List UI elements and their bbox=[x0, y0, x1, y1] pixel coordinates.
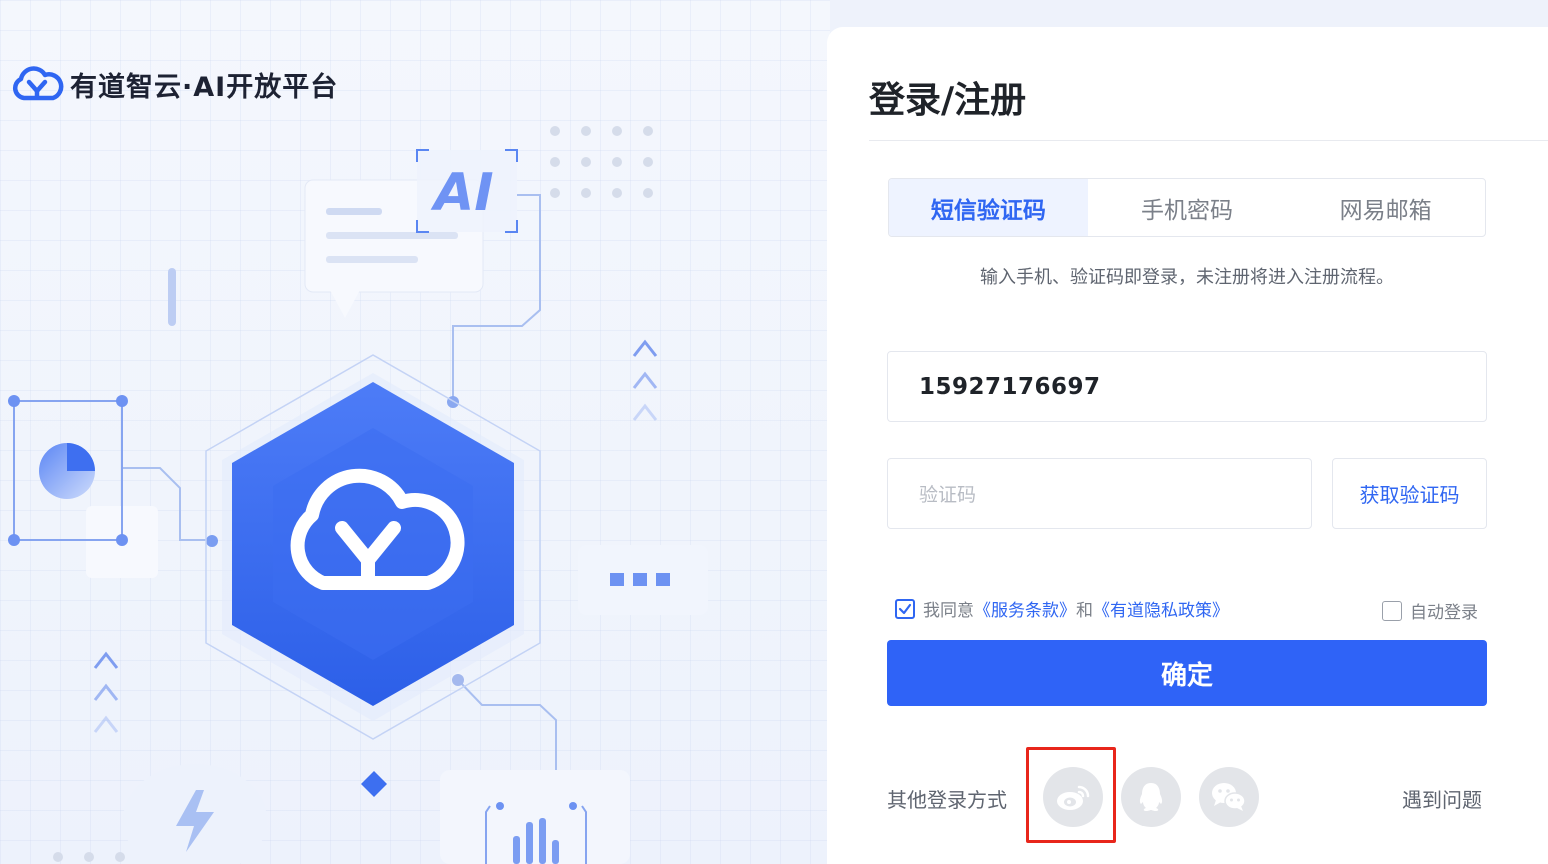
brand-name: 有道智云·AI开放平台 bbox=[70, 71, 339, 103]
help-link[interactable]: 遇到问题 bbox=[1402, 784, 1482, 813]
privacy-link[interactable]: 《有道隐私政策》 bbox=[1093, 596, 1229, 621]
auto-login-row: 自动登录 bbox=[1382, 598, 1478, 623]
agree-checkbox[interactable] bbox=[895, 598, 915, 619]
other-login-label: 其他登录方式 bbox=[887, 788, 1007, 812]
wechat-login-button[interactable] bbox=[1199, 767, 1259, 827]
ai-badge: AI bbox=[430, 163, 494, 223]
qq-login-button[interactable] bbox=[1121, 767, 1181, 827]
login-panel: 登录/注册 短信验证码 手机密码 网易邮箱 输入手机、验证码即登录，未注册将进入… bbox=[827, 27, 1548, 864]
agreement-row: 我同意 《服务条款》 和 《有道隐私政策》 bbox=[895, 596, 1229, 621]
login-hint: 输入手机、验证码即登录，未注册将进入注册流程。 bbox=[980, 267, 1394, 288]
weibo-highlight-box bbox=[1026, 747, 1116, 843]
illustration-panel: AI 有道智云·AI开放平台 bbox=[0, 0, 830, 864]
tab-netease-email[interactable]: 网易邮箱 bbox=[1286, 179, 1485, 236]
youdao-cloud-logo-icon bbox=[13, 66, 64, 101]
checkmark-icon bbox=[898, 603, 912, 614]
brand-logo[interactable]: 有道智云·AI开放平台 bbox=[12, 64, 338, 104]
confirm-button[interactable]: 确定 bbox=[887, 640, 1487, 706]
illustration-graphic: AI bbox=[8, 126, 708, 864]
get-code-button[interactable]: 获取验证码 bbox=[1332, 458, 1487, 529]
tab-phone-password[interactable]: 手机密码 bbox=[1088, 179, 1287, 236]
auto-login-label[interactable]: 自动登录 bbox=[1410, 598, 1478, 623]
tab-sms-code[interactable]: 短信验证码 bbox=[889, 179, 1088, 236]
phone-input[interactable]: 15927176697 bbox=[887, 351, 1487, 422]
auto-login-checkbox[interactable] bbox=[1382, 600, 1402, 621]
title-divider bbox=[869, 140, 1548, 141]
qq-icon bbox=[1139, 783, 1163, 811]
agree-prefix: 我同意 bbox=[923, 601, 974, 621]
agree-and: 和 bbox=[1076, 601, 1093, 621]
verification-code-input[interactable]: 验证码 bbox=[887, 458, 1312, 529]
terms-link[interactable]: 《服务条款》 bbox=[974, 596, 1076, 621]
page-title: 登录/注册 bbox=[869, 80, 1027, 121]
wechat-icon bbox=[1212, 783, 1246, 811]
login-method-tabs: 短信验证码 手机密码 网易邮箱 bbox=[888, 178, 1486, 237]
